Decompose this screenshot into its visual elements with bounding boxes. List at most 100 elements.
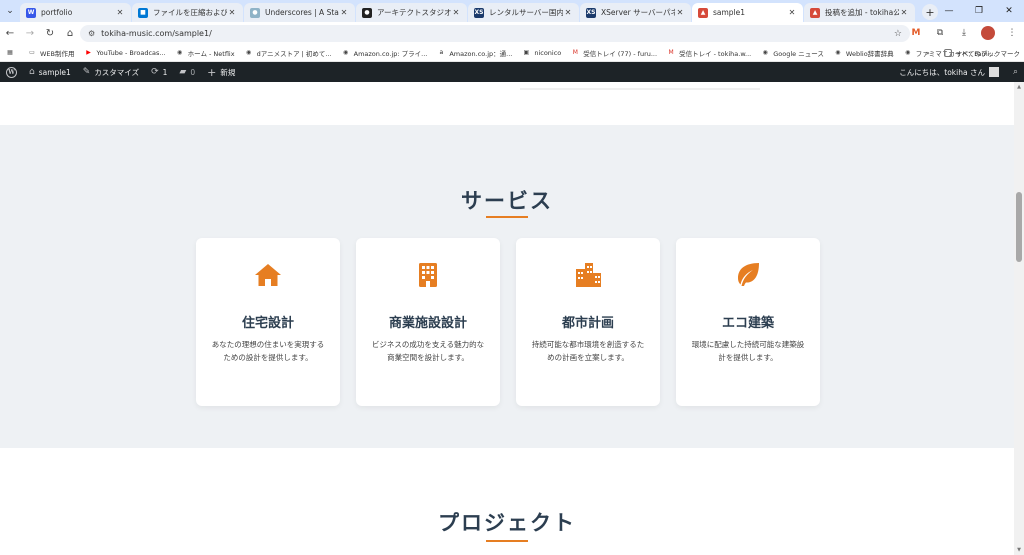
bookmark-item[interactable]: ▣ niconico bbox=[522, 49, 561, 57]
service-card: 住宅設計あなたの理想の住まいを実現するための設計を提供します。 bbox=[196, 238, 340, 406]
bookmark-item[interactable]: ▭ WEB制作用 bbox=[28, 48, 74, 58]
reload-icon[interactable]: ↻ bbox=[40, 23, 60, 43]
close-tab-icon[interactable]: ✕ bbox=[675, 8, 685, 17]
scroll-up-icon[interactable]: ▲ bbox=[1014, 82, 1024, 92]
xserver-icon: XS bbox=[586, 7, 596, 18]
projects-title: プロジェクト bbox=[438, 510, 576, 535]
forward-icon[interactable]: → bbox=[20, 23, 40, 43]
updates-link[interactable]: ⟳ 1 bbox=[145, 62, 173, 82]
all-bookmarks-button[interactable]: すべてのブックマーク bbox=[943, 48, 1020, 58]
globe-icon: ◉ bbox=[343, 49, 349, 56]
admin-bar-right: こんにちは、tokiha さん ⌕ bbox=[893, 62, 1024, 82]
wordpress-logo-icon: W bbox=[6, 66, 17, 78]
browser-tab[interactable]: ■ ファイルを圧縮および展開する✕ bbox=[132, 3, 243, 22]
bookmark-item[interactable]: ◉ Google ニュース bbox=[761, 48, 824, 58]
bookmark-item[interactable]: M 受信トレイ - tokiha.w... bbox=[667, 48, 751, 58]
tab-title: portfolio bbox=[41, 8, 73, 17]
service-card-description: ビジネスの成功を支える魅力的な商業空間を設計します。 bbox=[371, 340, 485, 362]
page-scrollbar[interactable]: ▲ ▼ bbox=[1014, 82, 1024, 555]
folder-icon bbox=[943, 49, 952, 57]
bookmarks-overflow-button[interactable]: » bbox=[926, 49, 930, 57]
profile-avatar[interactable] bbox=[981, 26, 995, 40]
scroll-thumb[interactable] bbox=[1016, 192, 1022, 262]
maximize-button[interactable]: ❐ bbox=[964, 0, 994, 22]
service-card-description: あなたの理想の住まいを実現するための設計を提供します。 bbox=[211, 340, 325, 362]
minimize-button[interactable]: — bbox=[934, 0, 964, 22]
site-name-link[interactable]: ⌂ sample1 bbox=[23, 62, 77, 82]
new-content-link[interactable]: + 新規 bbox=[201, 62, 241, 82]
wp-admin-bar: W ⌂ sample1 ✎ カスタマイズ ⟳ 1 ▰ 0 + 新規 こんにちは、… bbox=[0, 62, 1024, 82]
extension-icon[interactable]: M bbox=[904, 22, 928, 44]
comments-count: 0 bbox=[190, 67, 196, 77]
comments-link[interactable]: ▰ 0 bbox=[173, 62, 201, 82]
address-bar[interactable]: ⚙ tokiha-music.com/sample1/ ☆ bbox=[80, 25, 910, 42]
site-name-label: sample1 bbox=[38, 67, 71, 77]
home-icon[interactable]: ⌂ bbox=[60, 23, 80, 43]
my-account-link[interactable]: こんにちは、tokiha さん bbox=[893, 62, 1007, 82]
browser-tab[interactable]: Wportfolio ✕ bbox=[20, 3, 131, 22]
browser-tab[interactable]: ● Underscores | A Starter Th✕ bbox=[244, 3, 355, 22]
bookmark-item[interactable]: ▦ bbox=[6, 49, 18, 57]
customize-link[interactable]: ✎ カスタマイズ bbox=[77, 62, 145, 82]
bookmark-item[interactable]: ◉ ホーム - Netflix bbox=[176, 48, 235, 58]
globe-icon: ◉ bbox=[245, 49, 252, 56]
tokiha-icon: ▲ bbox=[698, 7, 708, 18]
browser-tab[interactable]: ▲ 投稿を追加 - tokiha公式サ✕ bbox=[804, 3, 915, 22]
bookmark-item[interactable]: ◉ Amazon.co.jp: プライ... bbox=[342, 48, 427, 58]
back-icon[interactable]: ← bbox=[0, 23, 20, 43]
browser-tab[interactable]: ● アーキテクトスタジオのデザイン✕ bbox=[356, 3, 467, 22]
amazon-icon: a bbox=[439, 49, 444, 56]
bookmark-item[interactable]: ◉ dアニメストア | 初めて... bbox=[245, 48, 332, 58]
city-icon bbox=[573, 260, 603, 290]
bookmark-item[interactable]: M 受信トレイ (77) - furu... bbox=[571, 48, 657, 58]
bookmark-star-icon[interactable]: ☆ bbox=[894, 29, 902, 39]
close-tab-icon[interactable]: ✕ bbox=[227, 8, 237, 17]
service-card-title: エコ建築 bbox=[721, 316, 774, 331]
close-tab-icon[interactable]: ✕ bbox=[115, 8, 125, 17]
close-tab-icon[interactable]: ✕ bbox=[899, 8, 909, 17]
extensions-puzzle-icon[interactable]: ⧉ bbox=[928, 22, 952, 44]
close-tab-icon[interactable]: ✕ bbox=[563, 8, 573, 17]
dashboard-icon: ⌂ bbox=[29, 67, 35, 77]
close-tab-icon[interactable]: ✕ bbox=[451, 8, 461, 17]
wp-logo-button[interactable]: W bbox=[0, 62, 23, 82]
bookmark-label: ホーム - Netflix bbox=[187, 49, 235, 58]
close-tab-icon[interactable]: ✕ bbox=[339, 8, 349, 17]
bookmark-item[interactable]: ◉ Weblio辞書辞典 bbox=[834, 48, 893, 58]
underscores-icon: ● bbox=[250, 7, 260, 18]
gmail-icon: M bbox=[668, 49, 674, 56]
admin-search-icon[interactable]: ⌕ bbox=[1007, 62, 1024, 82]
window-controls: — ❐ ✕ bbox=[934, 0, 1024, 22]
services-title: サービス bbox=[461, 188, 553, 213]
site-info-icon[interactable]: ⚙ bbox=[88, 29, 95, 38]
url-text[interactable]: tokiha-music.com/sample1/ bbox=[101, 29, 894, 38]
browser-tab[interactable]: ▲ sample1 ✕ bbox=[692, 3, 803, 22]
browser-tab[interactable]: XS レンタルサーバー国内シェアNo✕ bbox=[468, 3, 579, 22]
toolbar-actions: M ⧉ ⤓ ⋮ bbox=[904, 22, 1024, 44]
browser-menu-icon[interactable]: ⋮ bbox=[1000, 22, 1024, 44]
browser-toolbar: ← → ↻ ⌂ ⚙ tokiha-music.com/sample1/ ☆ M … bbox=[0, 22, 1024, 44]
bookmarks-bar: ▦ ▭ WEB制作用 ▶ YouTube - Broadcas... ◉ ホーム - Net… bbox=[0, 44, 1024, 62]
projects-title-underline bbox=[486, 540, 528, 542]
bookmark-item[interactable]: ▶ YouTube - Broadcas... bbox=[85, 48, 166, 57]
gmail-icon: M bbox=[572, 49, 578, 56]
bookmark-item[interactable]: a Amazon.co.jp：通... bbox=[437, 48, 513, 58]
leaf-icon bbox=[733, 260, 763, 290]
services-title-underline bbox=[486, 216, 528, 218]
tokiha-icon: ▲ bbox=[810, 7, 820, 18]
browser-tab[interactable]: XS XServer サーバーパネル✕ bbox=[580, 3, 691, 22]
building-icon bbox=[413, 260, 443, 290]
section-divider bbox=[520, 88, 760, 90]
service-card: エコ建築 環境に配慮した持続可能な建築設計を提供します。 bbox=[676, 238, 820, 406]
scroll-down-icon[interactable]: ▼ bbox=[1014, 545, 1024, 555]
download-icon[interactable]: ⤓ bbox=[952, 22, 976, 44]
close-window-button[interactable]: ✕ bbox=[994, 0, 1024, 22]
bookmark-label: YouTube - Broadcas... bbox=[96, 48, 166, 57]
brush-icon: ✎ bbox=[82, 67, 91, 77]
close-tab-icon[interactable]: ✕ bbox=[787, 8, 797, 17]
service-card-title: 住宅設計 bbox=[241, 316, 294, 331]
bookmark-label: dアニメストア | 初めて... bbox=[256, 49, 332, 58]
tab-search-icon[interactable]: ⌄ bbox=[0, 0, 20, 22]
globe-icon: ◉ bbox=[762, 49, 768, 56]
services-section: サービス 住宅設計 あなたの理想の住まいを実現するための設計を提供します。 商業施… bbox=[0, 125, 1014, 448]
